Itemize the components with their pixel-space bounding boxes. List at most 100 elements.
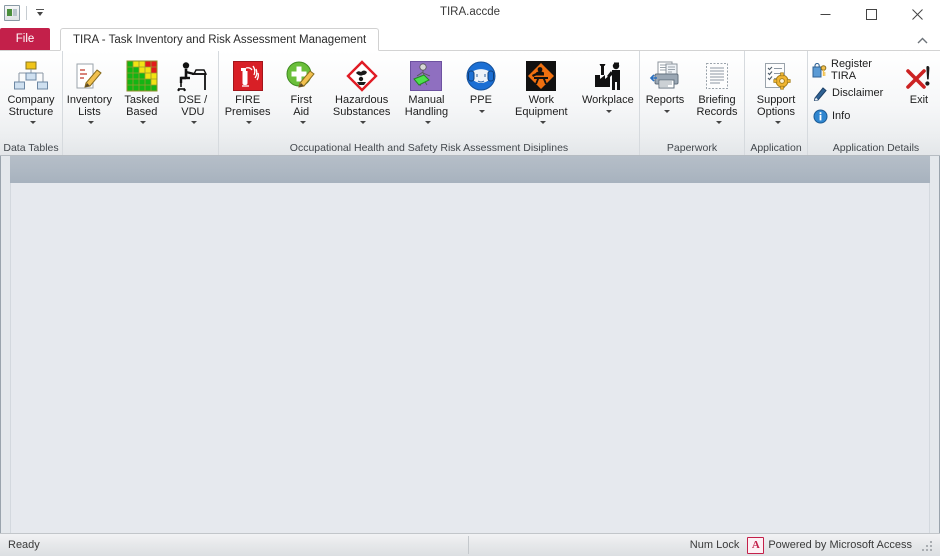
minimize-button[interactable] [802,0,848,28]
ribbon-button-exit[interactable]: Exit [894,56,940,108]
work-equipment-sign-icon [526,59,557,93]
small-button-label: Info [832,110,851,122]
ribbon-button-label: Support Options [756,94,796,118]
factory-worker-icon [592,59,624,93]
tab-tira-main[interactable]: TIRA - Task Inventory and Risk Assessmen… [60,28,380,51]
content-header-band [10,156,930,184]
dropdown-arrow-chevron-down-icon[interactable] [357,118,367,127]
info-circle-icon [812,108,828,124]
powered-by-access: A Powered by Microsoft Access [747,536,912,554]
status-divider [468,536,469,554]
ribbon-button-first-aid[interactable]: First Aid [276,55,326,128]
close-button[interactable] [894,0,940,28]
dropdown-arrow-chevron-down-icon[interactable] [243,118,253,127]
maximize-button[interactable] [848,0,894,28]
risk-matrix-icon [126,59,158,93]
ribbon-button-support-options[interactable]: Support Options [745,55,807,128]
ribbon-button-label: Tasked Based [124,94,160,118]
ribbon-button-manual-handling[interactable]: Manual Handling [397,55,456,128]
dropdown-arrow-chevron-down-icon[interactable] [661,107,670,116]
ribbon-button-label: FIRE Premises [224,94,271,118]
ribbon-button-label: First Aid [290,94,312,118]
dropdown-arrow-chevron-down-icon[interactable] [297,118,306,127]
hazard-diamond-icon [345,59,378,93]
dropdown-arrow-chevron-down-icon[interactable] [27,118,36,127]
group-body: Company Structure [0,51,62,141]
dropdown-arrow-chevron-down-icon[interactable] [476,107,486,116]
ribbon-button-inventory-lists[interactable]: Inventory Lists [63,55,116,128]
ribbon-button-label: Inventory Lists [66,94,113,118]
title-bar: TIRA.accde [0,0,940,28]
checklist-gear-icon [761,59,791,93]
ribbon: Company Structure Data Tables Inventory … [0,51,940,156]
small-button-label: Disclaimer [832,87,884,99]
ribbon-button-label: Company Structure [7,94,55,118]
ribbon-button-dse-vdu[interactable]: DSE / VDU [168,55,218,128]
content-surface [10,183,930,533]
dropdown-arrow-chevron-down-icon[interactable] [603,107,613,116]
status-bar: Ready Num Lock A Powered by Microsoft Ac… [0,533,940,556]
ribbon-collapse-chevron-icon[interactable] [914,32,930,48]
dropdown-arrow-chevron-down-icon[interactable] [188,118,198,127]
ribbon-button-tasked-based[interactable]: Tasked Based [116,55,168,128]
desk-worker-icon [177,59,209,93]
ribbon-button-work-equipment[interactable]: Work Equipment [506,55,577,128]
resize-grip-icon[interactable] [922,539,934,551]
dropdown-arrow-chevron-down-icon[interactable] [713,118,722,127]
ribbon-group-data-tables-rest: Inventory Lists Tasked Based DSE / VDU [62,51,218,155]
ribbon-group-label-application: Application [750,142,802,154]
dropdown-arrow-chevron-down-icon[interactable] [537,118,546,127]
ribbon-button-disclaimer[interactable]: Disclaimer [808,82,894,104]
application-details-small-buttons: Register TIRA Disclaimer Info [808,56,894,127]
ribbon-button-briefing-records[interactable]: Briefing Records [690,55,744,128]
ribbon-button-label: DSE / VDU [178,94,208,118]
ribbon-button-label: Work Equipment [515,94,568,118]
ribbon-button-label: Briefing Records [696,94,738,118]
dropdown-arrow-chevron-down-icon[interactable] [772,118,781,127]
clipboard-pencil-icon [73,59,105,93]
tab-file[interactable]: File [0,28,50,50]
printer-report-icon [649,59,681,93]
ribbon-tab-row: File TIRA - Task Inventory and Risk Asse… [0,28,940,51]
ribbon-button-info[interactable]: Info [808,105,894,127]
dropdown-arrow-chevron-down-icon[interactable] [137,118,147,127]
ribbon-group-label-application-details: Application Details [832,142,920,154]
group-body: Reports Briefing Records [640,51,744,141]
dropdown-arrow-chevron-down-icon[interactable] [85,118,94,127]
ribbon-button-register-tira[interactable]: Register TIRA [808,58,894,82]
exit-red-cross-icon [904,63,934,93]
ribbon-group-data-tables: Company Structure Data Tables [0,51,62,155]
ribbon-button-label: Exit [909,94,929,106]
group-body: Support Options [745,51,807,141]
ribbon-button-fire-premises[interactable]: FIRE Premises [219,55,276,128]
powered-by-label: Powered by Microsoft Access [768,539,912,551]
fire-extinguisher-icon [232,59,263,93]
ribbon-group-label-spacer [63,141,218,155]
access-application-window: TIRA.accde File TIRA - Task Inventory an… [0,0,940,556]
window-title: TIRA.accde [439,6,501,18]
key-lock-icon [812,62,827,78]
ribbon-button-workplace[interactable]: Workplace [577,55,639,117]
ribbon-button-label: Manual Handling [404,94,449,118]
group-body: Inventory Lists Tasked Based DSE / VDU [63,51,218,141]
ribbon-button-reports[interactable]: Reports [640,55,690,117]
ribbon-button-label: PPE [469,94,492,106]
ribbon-group-label-paperwork: Paperwork [666,142,718,154]
document-list-icon [702,59,732,93]
org-chart-icon [14,59,48,93]
status-message: Ready [8,539,40,551]
ribbon-button-hazardous-substances[interactable]: Hazardous Substances [326,55,397,128]
small-button-label: Register TIRA [831,58,872,82]
ribbon-group-application: Support Options Application [744,51,807,155]
ribbon-button-company-structure[interactable]: Company Structure [0,55,62,128]
num-lock-indicator: Num Lock [689,539,740,551]
dropdown-arrow-chevron-down-icon[interactable] [422,118,431,127]
first-aid-green-cross-icon [286,59,316,93]
ppe-ear-defenders-icon [466,59,496,93]
ribbon-button-label: Workplace [581,94,634,106]
main-content-area [0,156,940,533]
ribbon-button-ppe[interactable]: PPE [456,55,506,117]
group-body: FIRE Premises First Aid Hazardous Substa… [219,51,639,141]
window-controls [802,0,940,28]
group-body: Register TIRA Disclaimer Info Exit [808,51,940,141]
